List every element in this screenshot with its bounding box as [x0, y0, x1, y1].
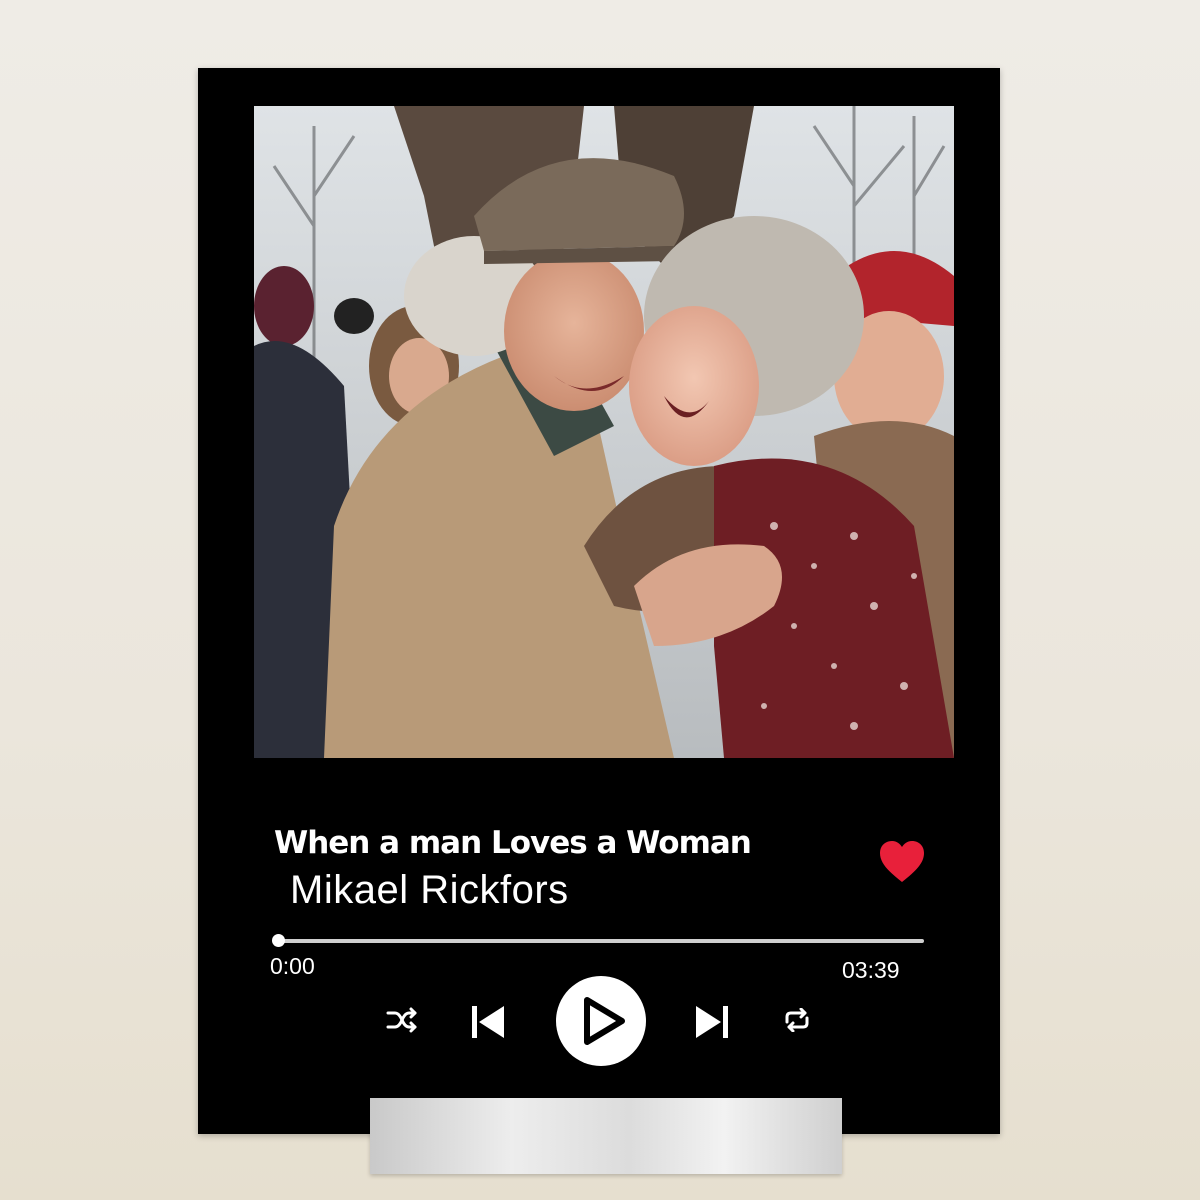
- music-plaque: When a man Loves a Woman Mikael Rickfors…: [198, 68, 1000, 1134]
- heart-icon[interactable]: [878, 840, 926, 884]
- skip-previous-icon[interactable]: [470, 1004, 506, 1040]
- shuffle-icon[interactable]: [386, 1006, 418, 1034]
- progress-knob[interactable]: [272, 934, 285, 947]
- repeat-icon[interactable]: [783, 1008, 811, 1032]
- skip-next-icon[interactable]: [694, 1004, 730, 1040]
- album-cover-photo: [254, 106, 954, 758]
- play-icon: [584, 997, 625, 1045]
- artist-name: Mikael Rickfors: [290, 868, 569, 912]
- total-time: 03:39: [842, 957, 900, 983]
- progress-bar[interactable]: [272, 934, 924, 947]
- elapsed-time: 0:00: [270, 953, 315, 979]
- acrylic-stand: [370, 1098, 842, 1174]
- play-button[interactable]: [556, 976, 646, 1066]
- song-title: When a man Loves a Woman: [274, 825, 752, 861]
